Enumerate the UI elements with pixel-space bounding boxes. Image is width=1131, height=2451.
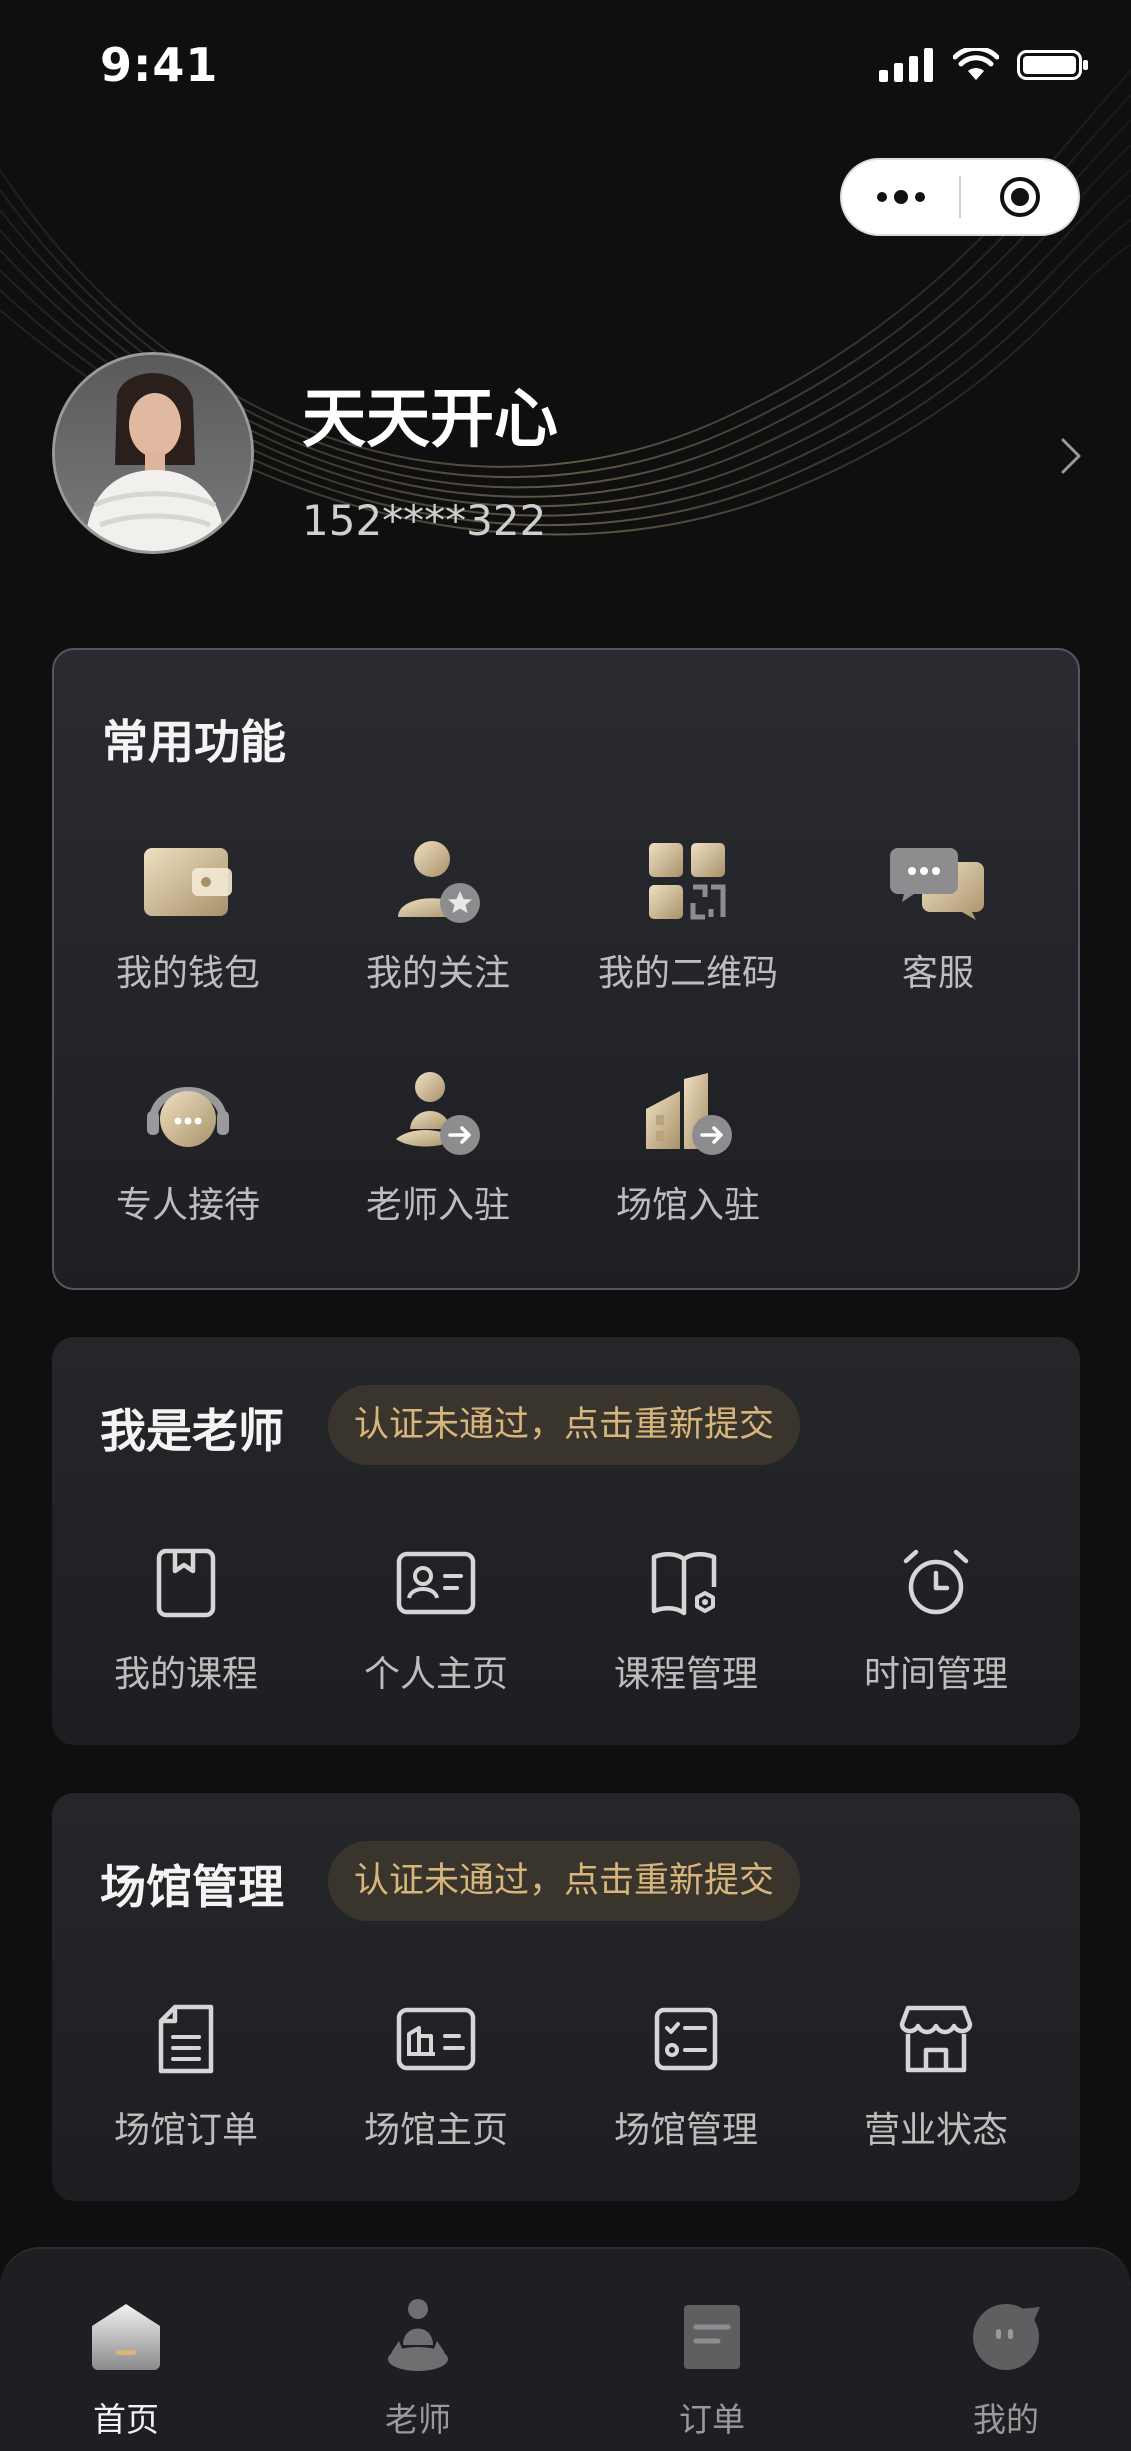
- venue-join-label: 场馆入驻: [615, 1185, 760, 1226]
- miniprogram-capsule: [840, 158, 1080, 236]
- reception-label: 专人接待: [115, 1185, 260, 1226]
- qrcode-item[interactable]: 我的二维码: [578, 832, 798, 996]
- venue-order-item[interactable]: 场馆订单: [76, 1989, 296, 2153]
- teacher-join-item[interactable]: 老师入驻: [328, 1064, 548, 1228]
- profile-card-icon: [396, 1551, 476, 1615]
- venue-join-item[interactable]: 场馆入驻: [578, 1064, 798, 1228]
- tab-home[interactable]: 首页: [26, 2249, 226, 2451]
- tab-teacher-label: 老师: [385, 2400, 451, 2439]
- qrcode-label: 我的二维码: [597, 953, 778, 994]
- business-status-label: 营业状态: [863, 2110, 1008, 2151]
- tab-mine[interactable]: 我的: [906, 2249, 1106, 2451]
- home-icon: [92, 2304, 160, 2370]
- profile-detail-button[interactable]: [1059, 436, 1083, 480]
- tab-mine-label: 我的: [973, 2400, 1039, 2439]
- battery-icon: [1017, 50, 1088, 80]
- teacher-status-badge[interactable]: 认证未通过，点击重新提交: [328, 1385, 801, 1465]
- wallet-icon: [144, 848, 232, 916]
- status-icons: [879, 48, 1089, 82]
- signal-icon: [879, 48, 933, 82]
- phone-number: 152****322: [302, 496, 547, 545]
- venue-home-label: 场馆主页: [363, 2110, 508, 2151]
- customer-service-label: 客服: [901, 953, 974, 994]
- teacher-card: 我是老师 认证未通过，点击重新提交 我的课程 个人主页 课程管理 时间管理: [52, 1337, 1080, 1745]
- teacher-join-label: 老师入驻: [365, 1185, 510, 1226]
- more-button[interactable]: [842, 160, 959, 234]
- tab-teacher[interactable]: 老师: [318, 2249, 518, 2451]
- follow-label: 我的关注: [365, 953, 510, 994]
- avatar[interactable]: [52, 352, 254, 554]
- venue-status-badge[interactable]: 认证未通过，点击重新提交: [328, 1841, 801, 1921]
- common-functions-title: 常用功能: [102, 715, 286, 769]
- chevron-right-icon: [1061, 438, 1081, 474]
- venue-home-icon: [396, 2007, 476, 2071]
- common-functions-card: 常用功能 我的钱包 我的关注 我的二维码 客服 专人接待 老师入驻 场馆入驻: [52, 648, 1080, 1290]
- teacher-icon: [388, 2299, 448, 2371]
- reception-icon: [147, 1087, 229, 1147]
- personal-home-label: 个人主页: [363, 1654, 508, 1695]
- my-course-label: 我的课程: [113, 1654, 258, 1695]
- course-manage-icon: [651, 1552, 717, 1616]
- personal-home-item[interactable]: 个人主页: [326, 1533, 546, 1697]
- venue-manage-item[interactable]: 场馆管理: [576, 1989, 796, 2153]
- business-status-item[interactable]: 营业状态: [826, 1989, 1046, 2153]
- target-close-icon: [999, 177, 1040, 217]
- venue-manage-label: 场馆管理: [613, 2110, 758, 2151]
- store-icon: [899, 2005, 973, 2073]
- time-manage-item[interactable]: 时间管理: [826, 1533, 1046, 1697]
- venue-card-title: 场馆管理: [100, 1860, 284, 1914]
- course-icon: [156, 1548, 216, 1618]
- wallet-label: 我的钱包: [115, 953, 260, 994]
- tab-order-label: 订单: [679, 2400, 745, 2439]
- follow-item[interactable]: 我的关注: [328, 832, 548, 996]
- time-manage-label: 时间管理: [863, 1654, 1008, 1695]
- reception-item[interactable]: 专人接待: [78, 1064, 298, 1228]
- bottom-tab-bar: 首页 老师 订单 我的: [0, 2247, 1131, 2451]
- mine-icon: [973, 2304, 1040, 2370]
- my-course-item[interactable]: 我的课程: [76, 1533, 296, 1697]
- venue-order-icon: [158, 2004, 214, 2074]
- course-manage-item[interactable]: 课程管理: [576, 1533, 796, 1697]
- screen: 9:41 天天开心 152****322 常用功能 我的钱包 我的关注 我的二维…: [0, 0, 1131, 2451]
- more-dots-icon: [876, 190, 925, 204]
- tab-home-label: 首页: [93, 2400, 159, 2439]
- alarm-clock-icon: [903, 1549, 969, 1615]
- teacher-card-title: 我是老师: [100, 1404, 284, 1458]
- venue-manage-icon: [654, 2007, 718, 2071]
- venue-card: 场馆管理 认证未通过，点击重新提交 场馆订单 场馆主页 场馆管理 营业状态: [52, 1793, 1080, 2201]
- close-miniprogram-button[interactable]: [961, 160, 1078, 234]
- wallet-item[interactable]: 我的钱包: [78, 832, 298, 996]
- venue-order-label: 场馆订单: [113, 2110, 258, 2151]
- tab-order[interactable]: 订单: [612, 2249, 812, 2451]
- follow-icon: [398, 841, 480, 923]
- customer-service-item[interactable]: 客服: [828, 832, 1048, 996]
- course-manage-label: 课程管理: [613, 1654, 758, 1695]
- venue-home-item[interactable]: 场馆主页: [326, 1989, 546, 2153]
- qrcode-icon: [649, 843, 726, 920]
- avatar-image: [55, 355, 251, 551]
- teacher-join-icon: [396, 1072, 480, 1155]
- venue-join-icon: [646, 1073, 732, 1155]
- status-time: 9:41: [100, 38, 219, 92]
- nickname: 天天开心: [302, 383, 558, 457]
- customer-service-icon: [890, 848, 984, 920]
- wifi-icon: [953, 48, 999, 80]
- order-icon: [684, 2305, 740, 2369]
